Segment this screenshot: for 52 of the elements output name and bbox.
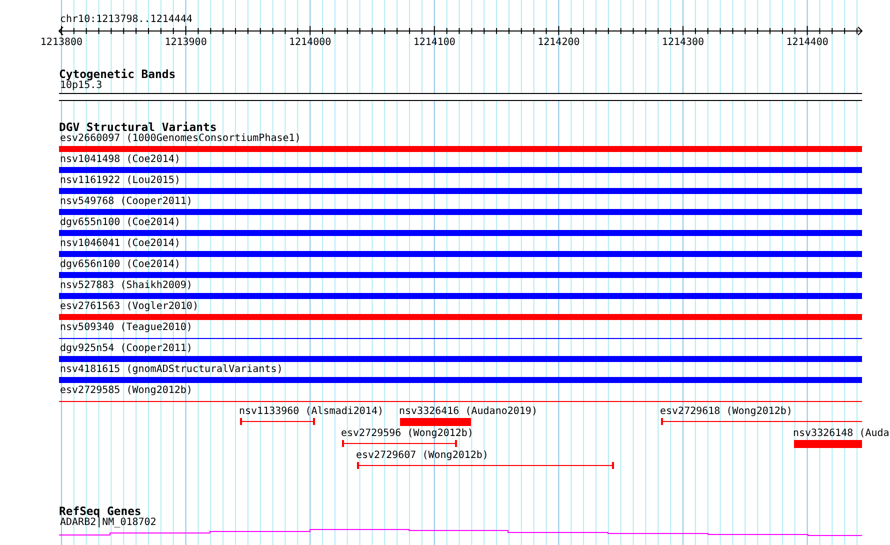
variant-label: esv2729618 (Wong2012b) <box>660 406 792 418</box>
variant-bar[interactable] <box>59 251 862 257</box>
variant-range[interactable] <box>661 418 862 425</box>
variant-label: nsv1046041 (Coe2014) <box>59 238 182 250</box>
variant-bar[interactable] <box>59 314 862 320</box>
gene-label: ADARB2|NM_018702 <box>60 517 158 529</box>
tick-label: 1214000 <box>289 37 332 48</box>
tick-label: 1214200 <box>538 37 580 48</box>
tick-label: 1214100 <box>413 37 456 48</box>
variant-label: nsv3326416 (Audano2019) <box>399 406 538 418</box>
tick-label: 1214400 <box>786 37 828 48</box>
variant-range[interactable] <box>240 418 315 425</box>
variant-label: dgv925n54 (Cooper2011) <box>59 343 194 355</box>
variant-line[interactable] <box>59 401 862 402</box>
variant-label: dgv656n100 (Coe2014) <box>59 259 182 271</box>
variant-bar[interactable] <box>400 418 471 426</box>
variant-bar[interactable] <box>59 146 862 152</box>
variant-bar[interactable] <box>59 272 862 278</box>
variant-label: esv2729596 (Wong2012b) <box>341 428 474 440</box>
variant-label: esv2761563 (Vogler2010) <box>59 301 200 313</box>
variant-bar[interactable] <box>794 440 862 448</box>
variant-bar[interactable] <box>59 230 862 236</box>
variant-bar[interactable] <box>59 356 862 362</box>
variant-label: nsv527883 (Shaikh2009) <box>59 280 194 292</box>
variant-label: nsv1041498 (Coe2014) <box>59 154 182 166</box>
variant-range[interactable] <box>342 440 457 447</box>
variant-label: esv2729607 (Wong2012b) <box>356 450 488 462</box>
variant-bar[interactable] <box>59 167 862 173</box>
tick-label: 1213900 <box>164 37 207 48</box>
variant-bar[interactable] <box>59 293 862 299</box>
variant-label: esv2729585 (Wong2012b) <box>59 385 194 397</box>
variant-bar[interactable] <box>59 377 862 383</box>
variant-bar[interactable] <box>59 188 862 194</box>
track-title: Cytogenetic Bands <box>59 68 177 80</box>
variant-line[interactable] <box>59 338 862 339</box>
position-label: chr10:1213798..1214444 <box>59 14 194 26</box>
gene-model-drawing[interactable] <box>59 529 862 536</box>
variant-label: esv2660097 (1000GenomesConsortiumPhase1) <box>59 133 302 145</box>
track-title: RefSeq Genes <box>59 505 142 517</box>
variant-label: nsv3326148 (Auda <box>793 428 890 440</box>
variant-range[interactable] <box>357 462 614 469</box>
variant-label: nsv549768 (Cooper2011) <box>59 196 194 208</box>
variant-label: nsv509340 (Teague2010) <box>59 322 194 334</box>
variant-label: nsv4181615 (gnomADStructuralVariants) <box>59 364 284 376</box>
tick-label: 1213800 <box>40 37 83 48</box>
band-label: 10p15.3 <box>60 80 102 92</box>
tick-label: 1214300 <box>662 37 704 48</box>
variant-label: nsv1133960 (Alsmadi2014) <box>239 406 384 418</box>
variant-label: dgv655n100 (Coe2014) <box>59 217 182 229</box>
variant-label: nsv1161922 (Lou2015) <box>59 175 182 187</box>
variant-bar[interactable] <box>59 209 862 215</box>
track-title: DGV Structural Variants <box>59 121 217 133</box>
